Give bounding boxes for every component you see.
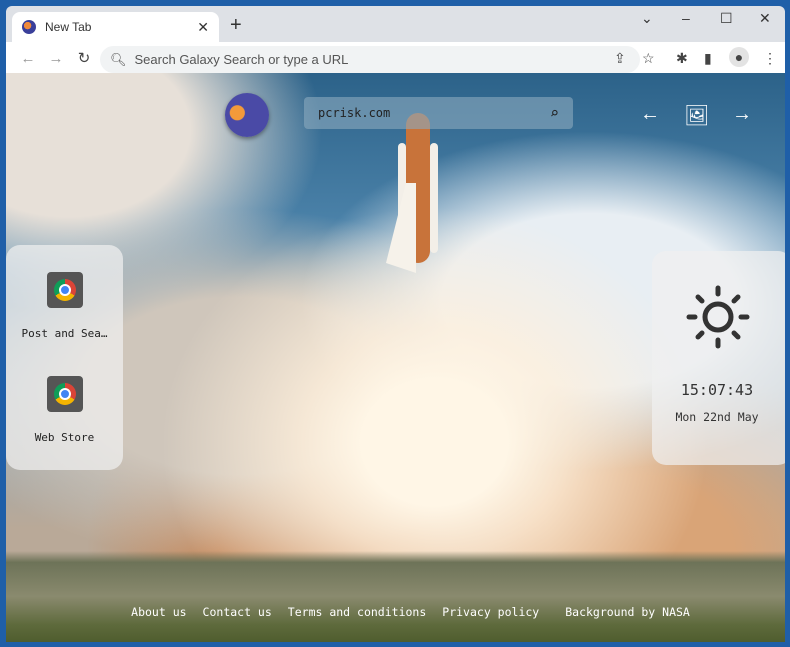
chrome-icon — [54, 383, 76, 405]
background-credit[interactable]: Background by NASA — [565, 605, 690, 619]
clock-weather-panel: 15:07:43 Mon 22nd May — [652, 251, 785, 465]
chrome-icon — [54, 279, 76, 301]
bookmark-star-icon[interactable]: ☆ — [642, 50, 655, 67]
galaxy-logo[interactable] — [225, 93, 269, 137]
profile-icon[interactable]: ● — [729, 47, 749, 67]
terms-link[interactable]: Terms and conditions — [288, 605, 426, 619]
tab-bar: New Tab ✕ + ⌄ – ☐ ✕ — [6, 6, 785, 42]
sun-icon — [686, 285, 750, 349]
gallery-icon[interactable]: 🖼︎ — [684, 103, 709, 128]
search-icon[interactable]: ⌕ — [550, 104, 559, 122]
search-icon: 🔍︎ — [110, 51, 127, 67]
forward-button[interactable]: → — [42, 50, 70, 67]
share-icon[interactable]: ⇪ — [614, 50, 626, 67]
search-input[interactable]: pcrisk.com ⌕ — [304, 97, 573, 129]
shortcut-post-and-search[interactable] — [47, 272, 83, 308]
address-placeholder: Search Galaxy Search or type a URL — [134, 52, 349, 67]
close-tab-icon[interactable]: ✕ — [197, 19, 209, 36]
search-value: pcrisk.com — [318, 106, 391, 120]
shortcuts-panel: Post and Sea… Web Store — [6, 245, 123, 470]
new-tab-button[interactable]: + — [230, 14, 242, 37]
arrow-right-icon[interactable]: → — [732, 103, 752, 126]
clock-date: Mon 22nd May — [675, 410, 759, 424]
tab-search-icon[interactable]: ⌄ — [641, 10, 653, 27]
address-bar[interactable]: 🔍︎ Search Galaxy Search or type a URL — [100, 46, 640, 73]
arrow-left-icon[interactable]: ← — [640, 103, 660, 126]
tab-title: New Tab — [45, 20, 92, 34]
tab-new-tab[interactable]: New Tab ✕ — [12, 12, 219, 42]
about-link[interactable]: About us — [131, 605, 186, 619]
close-window-button[interactable]: ✕ — [759, 10, 771, 27]
contact-link[interactable]: Contact us — [203, 605, 272, 619]
maximize-button[interactable]: ☐ — [720, 10, 733, 27]
shortcut-label[interactable]: Web Store — [6, 431, 123, 444]
new-tab-page: pcrisk.com ⌕ ← 🖼︎ → Post and Sea… Web St… — [6, 73, 785, 642]
back-button[interactable]: ← — [14, 50, 42, 67]
extensions-icon[interactable]: ✱ — [676, 50, 688, 67]
shortcut-web-store[interactable] — [47, 376, 83, 412]
browser-window: New Tab ✕ + ⌄ – ☐ ✕ ← → ↻ 🔍︎ Search Gala… — [6, 6, 785, 642]
shuttle-image — [386, 113, 438, 273]
reload-button[interactable]: ↻ — [70, 49, 98, 67]
side-panel-icon[interactable]: ▮ — [704, 50, 712, 67]
footer: About us Contact us Terms and conditions… — [6, 605, 785, 619]
favicon-icon — [22, 20, 36, 34]
menu-icon[interactable]: ⋮ — [763, 50, 777, 67]
shortcut-label[interactable]: Post and Sea… — [6, 327, 123, 340]
minimize-button[interactable]: – — [682, 10, 690, 26]
privacy-link[interactable]: Privacy policy — [442, 605, 539, 619]
clock-time: 15:07:43 — [680, 381, 754, 399]
